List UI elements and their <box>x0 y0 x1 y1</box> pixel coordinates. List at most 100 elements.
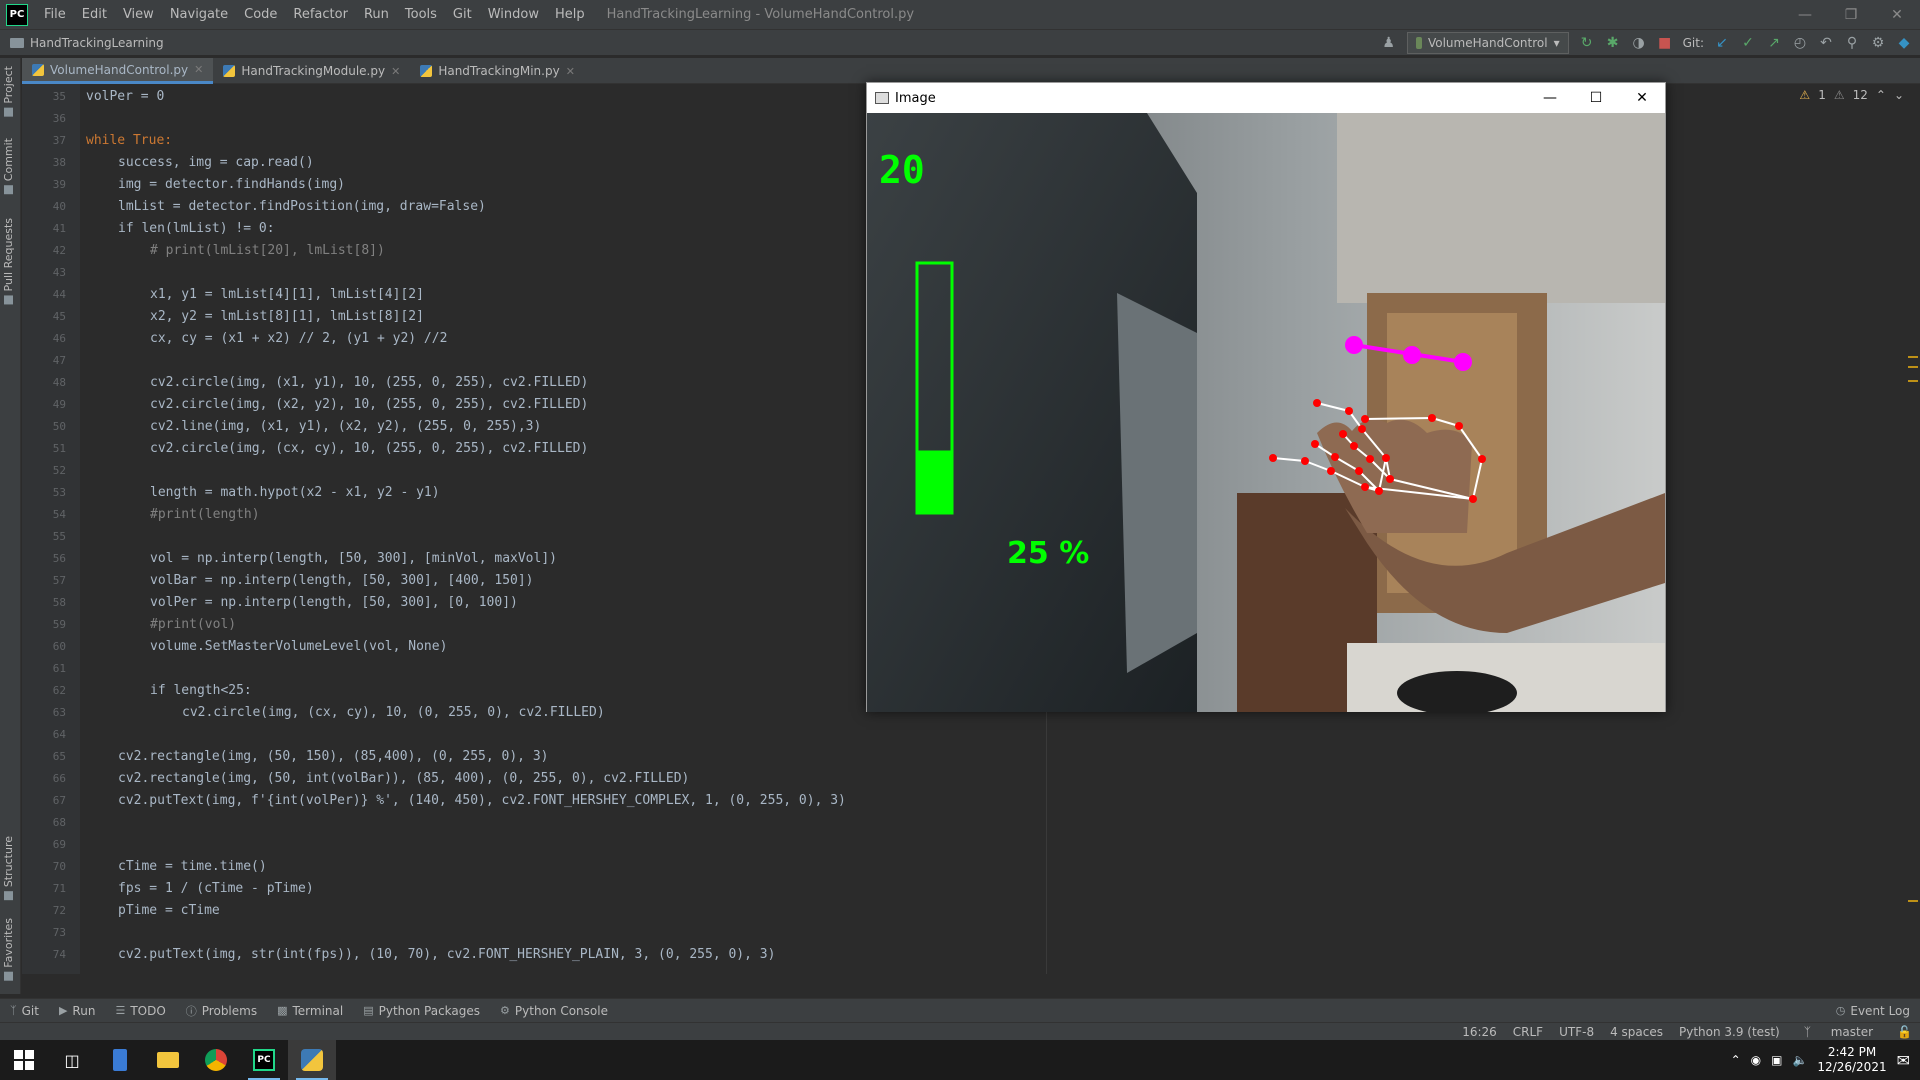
editor-tab[interactable]: HandTrackingModule.py ✕ <box>213 58 410 84</box>
notification-icon[interactable]: ✉ <box>1897 1051 1910 1070</box>
close-tab-icon[interactable]: ✕ <box>194 63 203 76</box>
project-tool-tab[interactable]: Project <box>2 66 15 117</box>
debug-icon[interactable]: ✱ <box>1605 35 1621 51</box>
git-update-icon[interactable]: ↙ <box>1714 35 1730 51</box>
code-line[interactable]: cv2.line(img, (x1, y1), (x2, y2), (255, … <box>150 416 541 438</box>
structure-tool-tab[interactable]: Structure <box>2 836 15 901</box>
code-line[interactable]: cv2.circle(img, (x2, y2), 10, (255, 0, 2… <box>150 394 588 416</box>
code-line[interactable]: cv2.circle(img, (x1, y1), 10, (255, 0, 2… <box>150 372 588 394</box>
close-tab-icon[interactable]: ✕ <box>566 65 575 78</box>
stop-icon[interactable]: ■ <box>1657 35 1673 51</box>
code-line[interactable]: x2, y2 = lmList[8][1], lmList[8][2] <box>150 306 424 328</box>
stripe-mark[interactable] <box>1908 380 1918 382</box>
close-tab-icon[interactable]: ✕ <box>391 65 400 78</box>
menu-navigate[interactable]: Navigate <box>162 7 236 22</box>
lock-icon[interactable]: 🔓 <box>1889 1025 1920 1039</box>
tool-git-button[interactable]: ᛉ Git <box>0 1004 49 1018</box>
code-line[interactable]: volBar = np.interp(length, [50, 300], [4… <box>150 570 534 592</box>
code-line[interactable]: cx, cy = (x1 + x2) // 2, (y1 + y2) //2 <box>150 328 447 350</box>
python-interpreter[interactable]: Python 3.9 (test) <box>1671 1025 1788 1039</box>
tool-run-button[interactable]: ▶ Run <box>49 1004 105 1018</box>
start-button[interactable] <box>0 1040 48 1080</box>
code-line[interactable]: #print(length) <box>150 504 260 526</box>
tool-python-console-button[interactable]: ⚙ Python Console <box>490 1004 618 1018</box>
menu-run[interactable]: Run <box>356 7 397 22</box>
coverage-icon[interactable]: ◑ <box>1631 35 1647 51</box>
line-separator[interactable]: CRLF <box>1505 1025 1551 1039</box>
stripe-mark[interactable] <box>1908 366 1918 368</box>
history-icon[interactable]: ◴ <box>1792 35 1808 51</box>
code-line[interactable]: #print(vol) <box>150 614 236 636</box>
image-window[interactable]: Image — ☐ ✕ 20 25 % <box>866 82 1666 712</box>
taskbar-app-notepad[interactable] <box>96 1040 144 1080</box>
code-line[interactable]: length = math.hypot(x2 - x1, y2 - y1) <box>150 482 440 504</box>
code-line[interactable]: cv2.circle(img, (cx, cy), 10, (0, 255, 0… <box>182 702 605 724</box>
code-line[interactable]: img = detector.findHands(img) <box>118 174 345 196</box>
gear-icon[interactable]: ⚙ <box>1870 35 1886 51</box>
code-line[interactable]: if length<25: <box>150 680 252 702</box>
chevron-down-icon[interactable]: ⌄ <box>1894 88 1904 102</box>
code-line[interactable]: lmList = detector.findPosition(img, draw… <box>118 196 486 218</box>
user-icon[interactable]: ♟ <box>1381 35 1397 51</box>
search-icon[interactable]: ⚲ <box>1844 35 1860 51</box>
code-line[interactable]: pTime = cTime <box>118 900 220 922</box>
code-line[interactable]: if len(lmList) != 0: <box>118 218 275 240</box>
code-line[interactable]: # print(lmList[20], lmList[8]) <box>150 240 385 262</box>
file-encoding[interactable]: UTF-8 <box>1551 1025 1602 1039</box>
git-branch[interactable]: ᛉ master <box>1788 1025 1889 1039</box>
minimize-icon[interactable]: — <box>1782 0 1828 30</box>
code-line[interactable]: success, img = cap.read() <box>118 152 314 174</box>
caret-position[interactable]: 16:26 <box>1454 1025 1505 1039</box>
event-log-button[interactable]: ◷ Event Log <box>1826 1004 1920 1018</box>
code-line[interactable]: cv2.putText(img, str(int(fps)), (10, 70)… <box>118 944 775 966</box>
taskbar-app-explorer[interactable] <box>144 1040 192 1080</box>
code-line[interactable]: cv2.circle(img, (cx, cy), 10, (255, 0, 2… <box>150 438 588 460</box>
taskbar-app-pycharm[interactable]: PC <box>240 1040 288 1080</box>
code-line[interactable]: volPer = np.interp(length, [50, 300], [0… <box>150 592 518 614</box>
chevron-up-icon[interactable]: ⌃ <box>1876 88 1886 102</box>
indent-setting[interactable]: 4 spaces <box>1602 1025 1671 1039</box>
camera-icon[interactable]: ◉ <box>1751 1053 1761 1067</box>
plugin-icon[interactable]: ◆ <box>1896 35 1912 51</box>
stripe-mark[interactable] <box>1908 356 1918 358</box>
tool-terminal-button[interactable]: ▩ Terminal <box>267 1004 353 1018</box>
code-line[interactable]: cTime = time.time() <box>118 856 267 878</box>
editor-tab[interactable]: VolumeHandControl.py ✕ <box>22 58 214 84</box>
menu-view[interactable]: View <box>115 7 162 22</box>
code-line[interactable]: volPer = 0 <box>86 86 164 108</box>
stripe-mark[interactable] <box>1908 900 1918 902</box>
menu-git[interactable]: Git <box>445 7 480 22</box>
network-icon[interactable]: ▣ <box>1771 1053 1782 1067</box>
minimize-icon[interactable]: — <box>1527 83 1573 113</box>
menu-refactor[interactable]: Refactor <box>285 7 356 22</box>
tool-todo-button[interactable]: ☰ TODO <box>105 1004 175 1018</box>
code-line[interactable]: while True: <box>86 130 172 152</box>
code-line[interactable]: vol = np.interp(length, [50, 300], [minV… <box>150 548 557 570</box>
favorites-tool-tab[interactable]: Favorites <box>2 918 15 981</box>
editor-tab[interactable]: HandTrackingMin.py ✕ <box>410 58 585 84</box>
menu-edit[interactable]: Edit <box>74 7 115 22</box>
menu-file[interactable]: File <box>36 7 74 22</box>
pull-requests-tool-tab[interactable]: Pull Requests <box>2 218 15 305</box>
rollback-icon[interactable]: ↶ <box>1818 35 1834 51</box>
maximize-icon[interactable]: ☐ <box>1573 83 1619 113</box>
error-stripe[interactable] <box>1906 110 1918 970</box>
menu-code[interactable]: Code <box>236 7 285 22</box>
tool-problems-button[interactable]: ⓘ Problems <box>176 1003 267 1019</box>
code-line[interactable]: cv2.rectangle(img, (50, 150), (85,400), … <box>118 746 548 768</box>
close-icon[interactable]: ✕ <box>1874 0 1920 30</box>
menu-window[interactable]: Window <box>480 7 547 22</box>
close-icon[interactable]: ✕ <box>1619 83 1665 113</box>
inspection-widget[interactable]: ⚠ 1 ⚠ 12 ⌃ ⌄ <box>1799 88 1904 102</box>
git-commit-icon[interactable]: ✓ <box>1740 35 1756 51</box>
chevron-up-icon[interactable]: ⌃ <box>1731 1053 1741 1067</box>
menu-help[interactable]: Help <box>547 7 593 22</box>
code-line[interactable]: cv2.rectangle(img, (50, int(volBar)), (8… <box>118 768 689 790</box>
rerun-icon[interactable]: ↻ <box>1579 35 1595 51</box>
code-line[interactable]: x1, y1 = lmList[4][1], lmList[4][2] <box>150 284 424 306</box>
taskbar-app-python[interactable] <box>288 1040 336 1080</box>
code-line[interactable]: volume.SetMasterVolumeLevel(vol, None) <box>150 636 447 658</box>
run-config-dropdown[interactable]: VolumeHandControl ▾ <box>1406 32 1569 54</box>
commit-tool-tab[interactable]: Commit <box>2 138 15 195</box>
clock[interactable]: 2:42 PM 12/26/2021 <box>1817 1045 1886 1075</box>
